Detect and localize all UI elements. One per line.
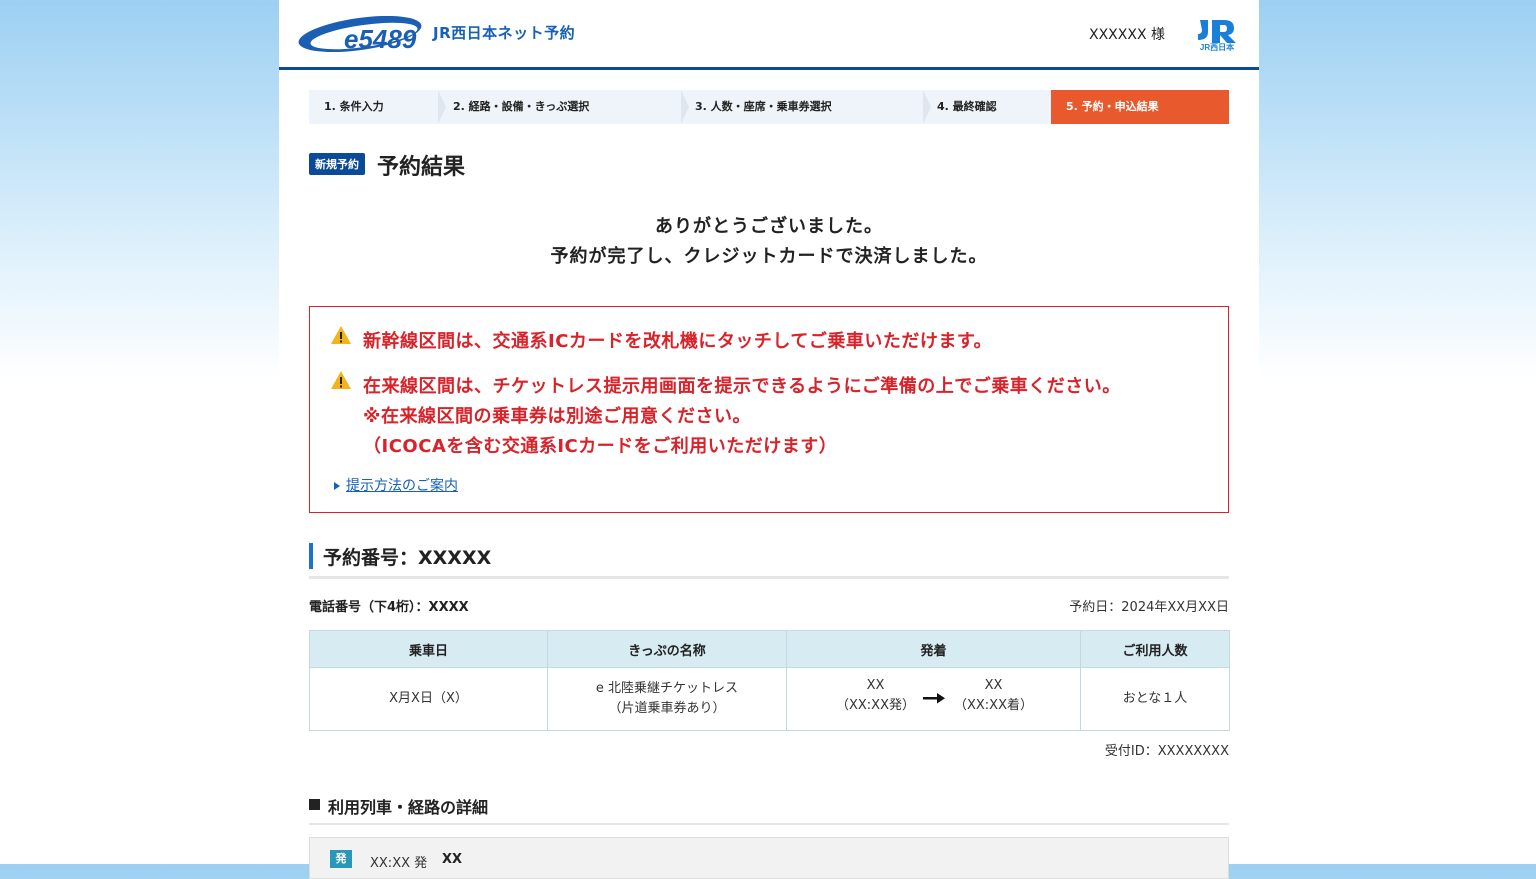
step-separator	[923, 90, 931, 124]
notice-box: 新幹線区間は、交通系ICカードを改札機にタッチしてご乗車いただけます。 在来線区…	[309, 306, 1229, 513]
brand-name: JR西日本ネット予約	[433, 24, 576, 42]
ticket-name-line-1: e 北陸乗継チケットレス	[595, 681, 739, 696]
step-5: 5. 予約・申込結果	[1066, 100, 1159, 113]
step-3: 3. 人数・座席・乗車券選択	[695, 100, 832, 113]
jr-west-logo: JR西日本	[1194, 16, 1240, 56]
phone-last4: 電話番号（下4桁）：XXXX	[309, 600, 469, 615]
departure-badge: 発	[330, 850, 352, 868]
departure-station: XX	[866, 678, 885, 693]
new-reservation-badge: 新規予約	[309, 153, 365, 175]
acceptance-id: 受付ID：XXXXXXXX	[1104, 744, 1229, 759]
square-bullet-icon	[309, 799, 320, 810]
arrow-right-icon	[923, 691, 945, 711]
warning-icon	[330, 370, 352, 394]
e5489-logo[interactable]: e5489	[298, 14, 426, 58]
warning-icon	[330, 325, 352, 349]
svg-text:e5489: e5489	[344, 24, 417, 54]
reservation-number: 予約番号：XXXXX	[323, 547, 492, 569]
departure: XX （XX:XX発）	[833, 676, 918, 716]
site-header: e5489 JR西日本ネット予約 XXXXXX 様 JR西日本	[279, 0, 1259, 70]
reservation-table: 乗車日 きっぷの名称 発着 ご利用人数 X月X日（X） e 北陸乗継チケットレス…	[309, 630, 1230, 731]
detail-departure-station: XX	[442, 852, 463, 867]
arrival-station: XX	[984, 678, 1003, 693]
thanks-line-2: 予約が完了し、クレジットカードで決済しました。	[550, 246, 988, 267]
step-2: 2. 経路・設備・きっぷ選択	[453, 100, 590, 113]
triangle-right-icon	[334, 482, 340, 490]
detail-departure-time: XX:XX 発	[370, 856, 428, 871]
step-separator	[681, 90, 689, 124]
arrival: XX （XX:XX着）	[951, 676, 1036, 716]
thanks-line-1: ありがとうございました。	[655, 216, 883, 237]
step-5-active: 5. 予約・申込結果	[1051, 90, 1229, 124]
passenger-count: おとな１人	[1080, 667, 1230, 731]
step-separator	[438, 90, 446, 124]
notice-ticket-note: ※在来線区間の乗車券は別途ご用意ください。	[363, 406, 751, 427]
notice-ic-note: （ICOCAを含む交通系ICカードをご利用いただけます）	[363, 436, 838, 457]
page-title: 予約結果	[377, 155, 466, 180]
ticket-name-line-2: （片道乗車券あり）	[608, 701, 726, 716]
user-name: XXXXXX 様	[1089, 27, 1165, 43]
column-header: 乗車日	[309, 630, 548, 668]
step-4: 4. 最終確認	[937, 100, 997, 113]
progress-steps: 1. 条件入力 2. 経路・設備・きっぷ選択 3. 人数・座席・乗車券選択 4.…	[309, 90, 1229, 124]
notice-conventional-line: 在来線区間は、チケットレス提示用画面を提示できるようにご準備の上でご乗車ください…	[363, 376, 1121, 397]
presentation-guide-anchor[interactable]: 提示方法のご案内	[346, 478, 458, 494]
detail-title: 利用列車・経路の詳細	[328, 798, 489, 817]
ticket-name: e 北陸乗継チケットレス （片道乗車券あり）	[547, 667, 787, 731]
svg-text:JR西日本: JR西日本	[1200, 42, 1234, 52]
notice-shinkansen: 新幹線区間は、交通系ICカードを改札機にタッチしてご乗車いただけます。	[363, 331, 993, 352]
table-row: X月X日（X） e 北陸乗継チケットレス （片道乗車券あり） XX （XX:XX…	[309, 667, 1230, 731]
column-header: ご利用人数	[1080, 630, 1230, 668]
step-1: 1. 条件入力	[324, 100, 384, 113]
table-header-row: 乗車日 きっぷの名称 発着 ご利用人数	[309, 630, 1230, 668]
presentation-guide-link[interactable]: 提示方法のご案内	[334, 475, 458, 495]
route-cell: XX （XX:XX発） XX （XX:XX着）	[786, 667, 1081, 731]
page: e5489 JR西日本ネット予約 XXXXXX 様 JR西日本 1. 条件入力 …	[279, 0, 1259, 879]
column-header: きっぷの名称	[547, 630, 787, 668]
reservation-date: 予約日：2024年XX月XX日	[1069, 600, 1229, 615]
column-header: 発着	[786, 630, 1081, 668]
thanks-message: ありがとうございました。 予約が完了し、クレジットカードで決済しました。	[279, 212, 1259, 272]
reservation-heading: 予約番号：XXXXX	[309, 543, 1229, 579]
departure-time: （XX:XX発）	[835, 698, 915, 713]
boarding-date: X月X日（X）	[309, 667, 548, 731]
arrival-time: （XX:XX着）	[953, 698, 1033, 713]
heading-accent-bar	[309, 543, 313, 569]
detail-heading: 利用列車・経路の詳細	[309, 794, 1229, 825]
route-detail-box: 発 XX:XX 発 XX	[309, 837, 1229, 879]
